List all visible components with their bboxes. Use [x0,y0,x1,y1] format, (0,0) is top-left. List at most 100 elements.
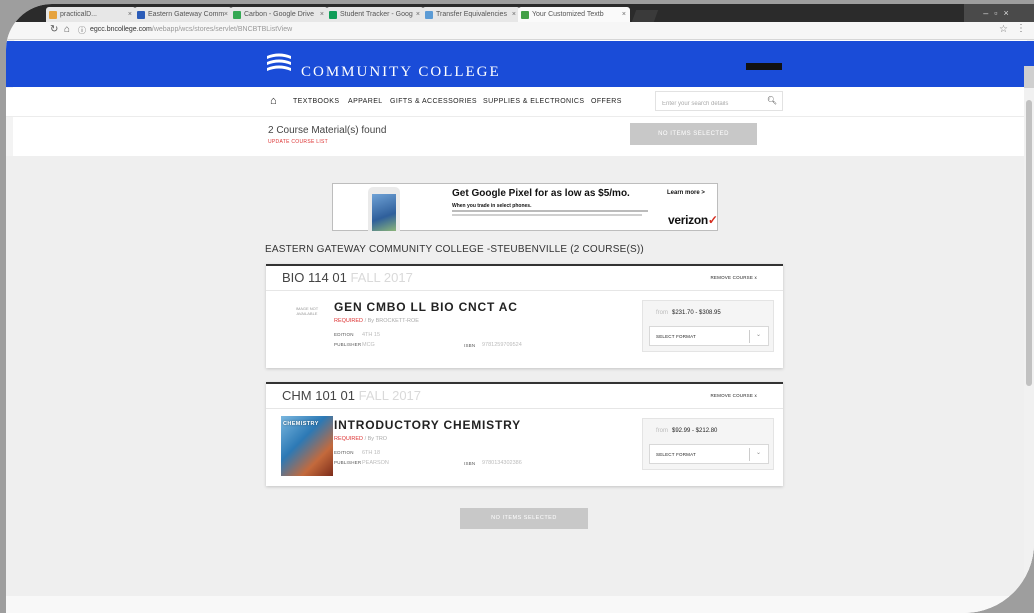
menu-item-gifts[interactable]: GIFTS & ACCESSORIES [390,98,477,105]
edition-label: EDITION [334,332,354,337]
course-card-header: BIO 114 01 FALL 2017 REMOVE COURSE x [266,266,783,291]
close-tab-icon[interactable]: × [512,7,516,22]
favicon-icon [329,11,337,19]
ad-brand-text: verizon [668,213,708,227]
bookmark-star-icon[interactable]: ☆ [999,24,1008,35]
dropdown-divider [749,448,750,461]
menu-item-apparel[interactable]: APPAREL [348,98,383,105]
ad-subline: When you trade in select phones. [452,203,532,209]
favicon-icon [49,11,57,19]
close-tab-icon[interactable]: × [128,7,132,22]
isbn-label: ISBN [464,461,476,466]
isbn-value: 9781259709524 [482,342,522,348]
isbn-label: ISBN [464,343,476,348]
new-tab-button[interactable] [631,10,659,22]
phone-image [368,187,400,231]
image-not-available: IMAGE NOT AVAILABLE [295,306,319,316]
isbn-value: 9780134302386 [482,460,522,466]
select-format-label: SELECT FORMAT [656,452,696,457]
ad-fine-print [452,210,648,212]
price-box: from $92.99 - $212.80 SELECT FORMAT ⌄ [642,418,774,470]
menu-dots-icon[interactable]: ⋮ [1016,23,1026,34]
menu-item-offers[interactable]: OFFERS [591,98,622,105]
page-footer [6,596,1034,613]
results-count: 2 Course Material(s) found [268,125,387,136]
browser-tab[interactable]: practicalD... × [46,7,136,22]
close-tab-icon[interactable]: × [622,7,626,22]
college-header [6,41,1034,87]
tab-label: practicalD... [60,11,97,18]
browser-tab[interactable]: Student Tracker - Goog × [326,7,424,22]
window-controls[interactable]: –▫× [964,4,1034,22]
required-flag: REQUIRED [334,436,364,442]
chevron-down-icon[interactable]: ⌄ [756,449,761,456]
ad-headline: Get Google Pixel for as low as $5/mo. [452,188,630,199]
publisher-label: PUBLISHER [334,460,362,465]
no-items-selected-button[interactable]: NO ITEMS SELECTED [460,508,588,529]
dropdown-divider [749,330,750,343]
book-cover-image[interactable]: CHEMISTRY [281,416,333,476]
tab-label: Your Customized Textb [532,11,604,18]
required-flag: REQUIRED [334,318,364,324]
edition-value: 4TH 15 [362,332,381,338]
tab-label: Transfer Equivalencies [436,11,507,18]
address-bar: ↻ ⌂ ⓘ egcc.bncollege.com/webapp/wcs/stor… [6,22,1034,40]
course-card-header: CHM 101 01 FALL 2017 REMOVE COURSE x [266,384,783,409]
browser-window: practicalD... × Eastern Gateway Comm × C… [6,4,1034,613]
chevron-down-icon[interactable]: ⌄ [756,331,761,338]
close-tab-icon[interactable]: × [224,7,228,22]
reload-icon[interactable]: ↻ [50,24,58,35]
url-host: egcc.bncollege.com [90,26,152,33]
college-logo-icon[interactable] [264,50,294,76]
course-code-text: BIO 114 01 [282,270,347,285]
update-course-list-link[interactable]: UPDATE COURSE LIST [268,139,328,145]
browser-tab-active[interactable]: Your Customized Textb × [518,7,630,22]
course-term: FALL 2017 [350,270,413,285]
remove-course-button[interactable]: REMOVE COURSE x [710,275,757,280]
menu-item-textbooks[interactable]: TEXTBOOKS [293,98,339,105]
url-field[interactable]: egcc.bncollege.com/webapp/wcs/stores/ser… [90,26,292,33]
course-code: BIO 114 01 FALL 2017 [282,270,413,285]
close-tab-icon[interactable]: × [416,7,420,22]
select-format-dropdown[interactable]: SELECT FORMAT ⌄ [649,326,769,346]
select-format-dropdown[interactable]: SELECT FORMAT ⌄ [649,444,769,464]
course-term: FALL 2017 [358,388,422,403]
price-range: from $92.99 - $212.80 [656,428,717,434]
home-icon[interactable]: ⌂ [64,24,70,35]
price-value: $231.70 - $308.95 [672,310,721,316]
book-title[interactable]: GEN CMBO LL BIO CNCT AC [334,300,518,314]
edition-value: 6TH 18 [362,450,381,456]
close-tab-icon[interactable]: × [320,7,324,22]
book-title[interactable]: INTRODUCTORY CHEMISTRY [334,418,521,432]
menu-item-supplies[interactable]: SUPPLIES & ELECTRONICS [483,98,584,105]
tab-label: Carbon - Google Drive [244,11,315,18]
no-items-selected-button[interactable]: NO ITEMS SELECTED [630,123,757,145]
browser-tab[interactable]: Carbon - Google Drive × [230,7,328,22]
search-input[interactable] [656,94,764,114]
browser-tab[interactable]: Eastern Gateway Comm × [134,7,232,22]
select-format-label: SELECT FORMAT [656,334,696,339]
college-name[interactable]: COMMUNITY COLLEGE [301,64,501,81]
info-icon[interactable]: ⓘ [78,25,86,36]
price-box: from $231.70 - $308.95 SELECT FORMAT ⌄ [642,300,774,352]
favicon-icon [425,11,433,19]
browser-tab[interactable]: Transfer Equivalencies × [422,7,520,22]
course-card: CHM 101 01 FALL 2017 REMOVE COURSE x CHE… [266,382,783,486]
price-from: from [656,310,668,316]
header-account-box[interactable] [746,63,782,70]
ad-fine-print [452,214,642,216]
url-path: /webapp/wcs/stores/servlet/BNCBTBListVie… [151,26,293,33]
book-cover-text: CHEMISTRY [283,421,319,427]
price-range: from $231.70 - $308.95 [656,310,721,316]
home-icon[interactable]: ⌂ [270,95,277,107]
required-label: REQUIRED / By TRO [334,436,387,442]
search-icon[interactable]: 🔍︎ [767,96,777,105]
course-code-text: CHM 101 01 [282,388,355,403]
author: / By BROCKETT-ROE [364,318,419,324]
scrollbar-thumb[interactable] [1026,100,1032,386]
remove-course-button[interactable]: REMOVE COURSE x [710,393,757,398]
favicon-icon [137,11,145,19]
publisher-value: MCG [362,342,375,348]
ad-learn-more-link[interactable]: Learn more > [667,190,705,196]
author: / By TRO [364,436,388,442]
